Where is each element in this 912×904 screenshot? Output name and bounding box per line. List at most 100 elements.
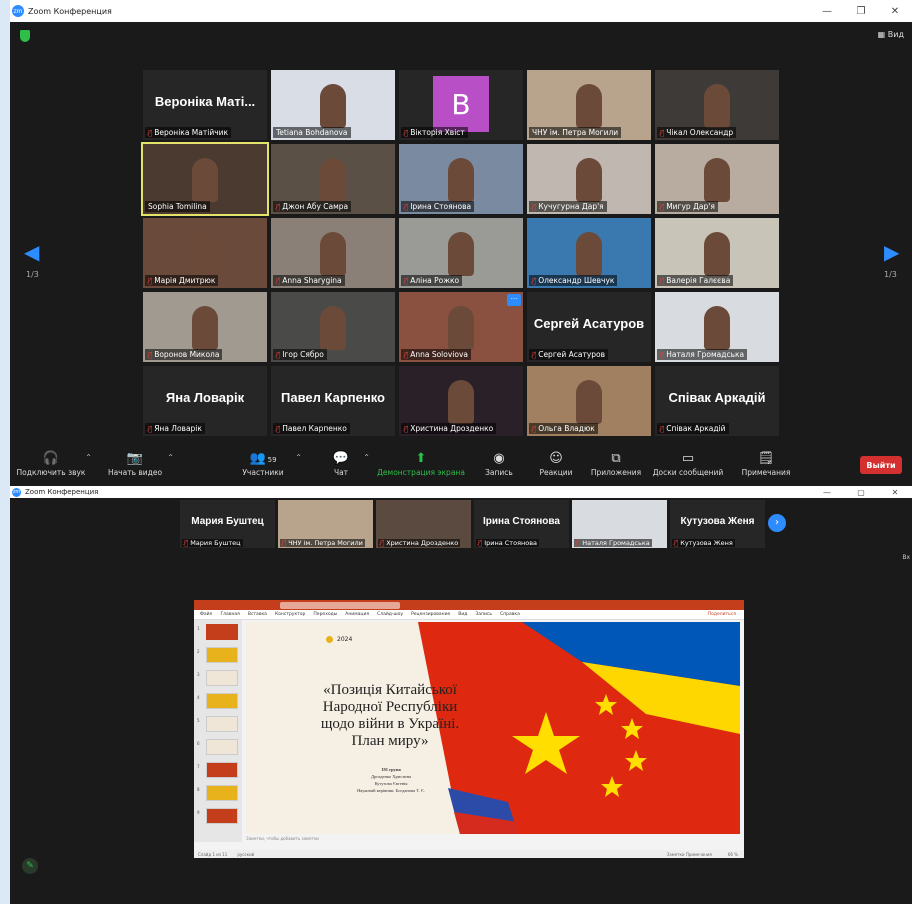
record-button[interactable]: ◉ Запись — [482, 450, 516, 477]
participant-tile[interactable]: 🎙̸ Олександр Шевчук — [527, 218, 651, 288]
ribbon-tab[interactable]: Вставка — [248, 612, 267, 617]
ribbon-tab[interactable]: Вид — [458, 612, 467, 617]
ribbon-tab[interactable]: Файл — [200, 612, 212, 617]
prev-page-icon[interactable]: ◀ — [24, 240, 39, 264]
slide-info-line: 191 група — [381, 767, 401, 772]
ribbon-tab[interactable]: Главная — [220, 612, 239, 617]
participant-tile[interactable]: 🎙̸ Наталя Громадська — [655, 292, 779, 362]
participant-tile[interactable]: Павел Карпенко 🎙̸ Павел Карпенко — [271, 366, 395, 436]
ribbon-tab[interactable]: Запись — [475, 612, 492, 617]
participants-button[interactable]: 👥 59 Участники ⌃ — [238, 450, 302, 477]
share-screen-button[interactable]: ⬆ Демонстрация экрана — [376, 450, 466, 477]
participant-tile[interactable]: Співак Аркадій 🎙̸ Співак Аркадій — [655, 366, 779, 436]
mic-muted-icon: 🎙̸ — [148, 276, 153, 285]
slide-thumbnail[interactable] — [206, 716, 238, 732]
strip-participant-tile[interactable]: Ірина Стоянова 🎙̸ Ірина Стоянова — [474, 500, 569, 548]
slide-thumbnail[interactable] — [206, 693, 238, 709]
chat-chevron-icon[interactable]: ⌃ — [363, 453, 370, 462]
ribbon-tab[interactable]: Слайд-шоу — [377, 612, 403, 617]
video-options-chevron-icon[interactable]: ⌃ — [167, 453, 174, 462]
apps-button[interactable]: ⧉ Приложения — [588, 450, 644, 477]
ribbon-tab[interactable]: Переходы — [313, 612, 337, 617]
ribbon-tab[interactable]: Справка — [500, 612, 520, 617]
participant-tile[interactable]: Вероніка Маті... 🎙̸ Вероніка Матійчик — [143, 70, 267, 140]
whiteboards-button[interactable]: ▭ Доски сообщений — [650, 450, 726, 477]
slide-info-line: Кутузова Євгенія — [374, 781, 408, 786]
next-page-icon[interactable]: ▶ — [884, 240, 899, 264]
strip-participant-tile[interactable]: 🎙̸ Христина Дрозденко — [376, 500, 471, 548]
ppt-notes-input[interactable]: Заметки, чтобы добавить заметки — [246, 836, 319, 841]
annotate-pen-icon[interactable]: ✎ — [22, 858, 38, 874]
participant-tile[interactable]: 🎙̸ Воронов Микола — [143, 292, 267, 362]
slide-thumbnails: 1 2 3 4 5 6 7 8 9 — [194, 620, 242, 842]
participant-name-label: 🎙̸ Вікторія Хвіст — [401, 127, 468, 138]
zoom-level[interactable]: 66 % — [728, 852, 738, 857]
strip-participant-tile[interactable]: 🎙̸ Наталя Громадська — [572, 500, 667, 548]
close-icon[interactable]: ✕ — [878, 6, 912, 17]
status-right[interactable]: Заметки Примечания — [667, 852, 712, 857]
participant-tile[interactable]: 🎙̸ Ірина Стоянова — [399, 144, 523, 214]
ribbon-tab[interactable]: Анимация — [345, 612, 369, 617]
mic-muted-icon: 🎙̸ — [660, 202, 665, 211]
ppt-search-input[interactable] — [280, 601, 400, 609]
participant-tile[interactable]: 🎙̸ Anna Sharygina — [271, 218, 395, 288]
strip-next-icon[interactable]: › — [768, 514, 786, 532]
reactions-button[interactable]: ☺ Реакции — [536, 450, 576, 477]
notes-label: Примечания — [741, 468, 791, 477]
participant-tile[interactable]: 🎙̸ Христина Дрозденко — [399, 366, 523, 436]
participant-name-label: 🎙̸ Воронов Микола — [145, 349, 223, 360]
security-shield-icon[interactable] — [20, 30, 30, 42]
person-silhouette — [576, 232, 602, 276]
participant-tile[interactable]: B 🎙̸ Вікторія Хвіст — [399, 70, 523, 140]
slide-thumbnail[interactable] — [206, 647, 238, 663]
participant-tile[interactable]: Яна Ловарік 🎙̸ Яна Ловарік — [143, 366, 267, 436]
page-indicator-left: 1/3 — [26, 270, 39, 279]
close-icon[interactable]: ✕ — [878, 488, 912, 497]
ppt-status-bar: Слайд 1 из 11 русский Заметки Примечания… — [194, 850, 744, 858]
current-slide: 2024 «Позиція Китайської Народної Респуб… — [246, 622, 740, 834]
restore-icon[interactable]: ▢ — [844, 488, 878, 497]
participants-chevron-icon[interactable]: ⌃ — [295, 453, 302, 462]
participant-tile[interactable]: 🎙̸ Джон Абу Самра — [271, 144, 395, 214]
participant-tile[interactable]: 🎙̸ Мигур Дар'я — [655, 144, 779, 214]
view-button[interactable]: ▦ Вид — [878, 30, 904, 39]
ribbon-tab[interactable]: Рецензирование — [411, 612, 450, 617]
join-audio-button[interactable]: 🎧 Подключить звук ⌃ — [16, 450, 92, 477]
chat-button[interactable]: 💬 Чат ⌃ — [326, 450, 370, 477]
slide-thumbnail[interactable] — [206, 808, 238, 824]
participant-tile[interactable]: 🎙̸ Кучугурна Дар'я — [527, 144, 651, 214]
leave-button[interactable]: Выйти — [860, 456, 902, 474]
slide-thumbnail[interactable] — [206, 739, 238, 755]
mic-muted-icon: 🎙̸ — [674, 539, 679, 547]
participant-tile[interactable]: ··· 🎙̸ Anna Soloviova — [399, 292, 523, 362]
audio-options-chevron-icon[interactable]: ⌃ — [85, 453, 92, 462]
slide-thumbnail[interactable] — [206, 624, 238, 640]
tile-more-options-icon[interactable]: ··· — [507, 294, 521, 306]
participant-tile[interactable]: 🎙̸ Аліна Рожко — [399, 218, 523, 288]
participant-tile[interactable]: Сергей Асатуров 🎙̸ Сергей Асатуров — [527, 292, 651, 362]
participant-tile[interactable]: Sophia Tomilina — [141, 142, 269, 216]
strip-participant-tile[interactable]: 🎙̸ ЧНУ ім. Петра Могили — [278, 500, 373, 548]
participant-tile[interactable]: ЧНУ ім. Петра Могили — [527, 70, 651, 140]
ribbon-tab[interactable]: Конструктор — [275, 612, 305, 617]
strip-participant-tile[interactable]: Мария Буштец 🎙̸ Мария Буштец — [180, 500, 275, 548]
minimize-icon[interactable]: — — [810, 6, 844, 17]
slide-thumbnail[interactable] — [206, 785, 238, 801]
participant-tile[interactable]: 🎙̸ Валерія Галєєва — [655, 218, 779, 288]
strip-participant-tile[interactable]: Кутузова Женя 🎙̸ Кутузова Женя — [670, 500, 765, 548]
slide-thumbnail[interactable] — [206, 670, 238, 686]
person-silhouette — [320, 232, 346, 276]
restore-icon[interactable]: ❐ — [844, 6, 878, 17]
participant-name: ЧНУ ім. Петра Могили — [288, 539, 363, 547]
participant-tile[interactable]: Tetiana Bohdanova — [271, 70, 395, 140]
participant-tile[interactable]: 🎙̸ Ігор Сябро — [271, 292, 395, 362]
participant-tile[interactable]: 🎙̸ Ольга Владюк — [527, 366, 651, 436]
slide-thumbnail[interactable] — [206, 762, 238, 778]
minimize-icon[interactable]: — — [810, 488, 844, 497]
start-video-button[interactable]: 📷 Начать видео ⌃ — [104, 450, 174, 477]
person-silhouette — [704, 232, 730, 276]
ppt-share-button[interactable]: Поделиться — [708, 612, 736, 617]
notes-button[interactable]: 🗒 Примечания — [738, 450, 794, 477]
participant-tile[interactable]: 🎙̸ Чікал Олександр — [655, 70, 779, 140]
participant-tile[interactable]: 🎙̸ Марія Дмитрюк — [143, 218, 267, 288]
